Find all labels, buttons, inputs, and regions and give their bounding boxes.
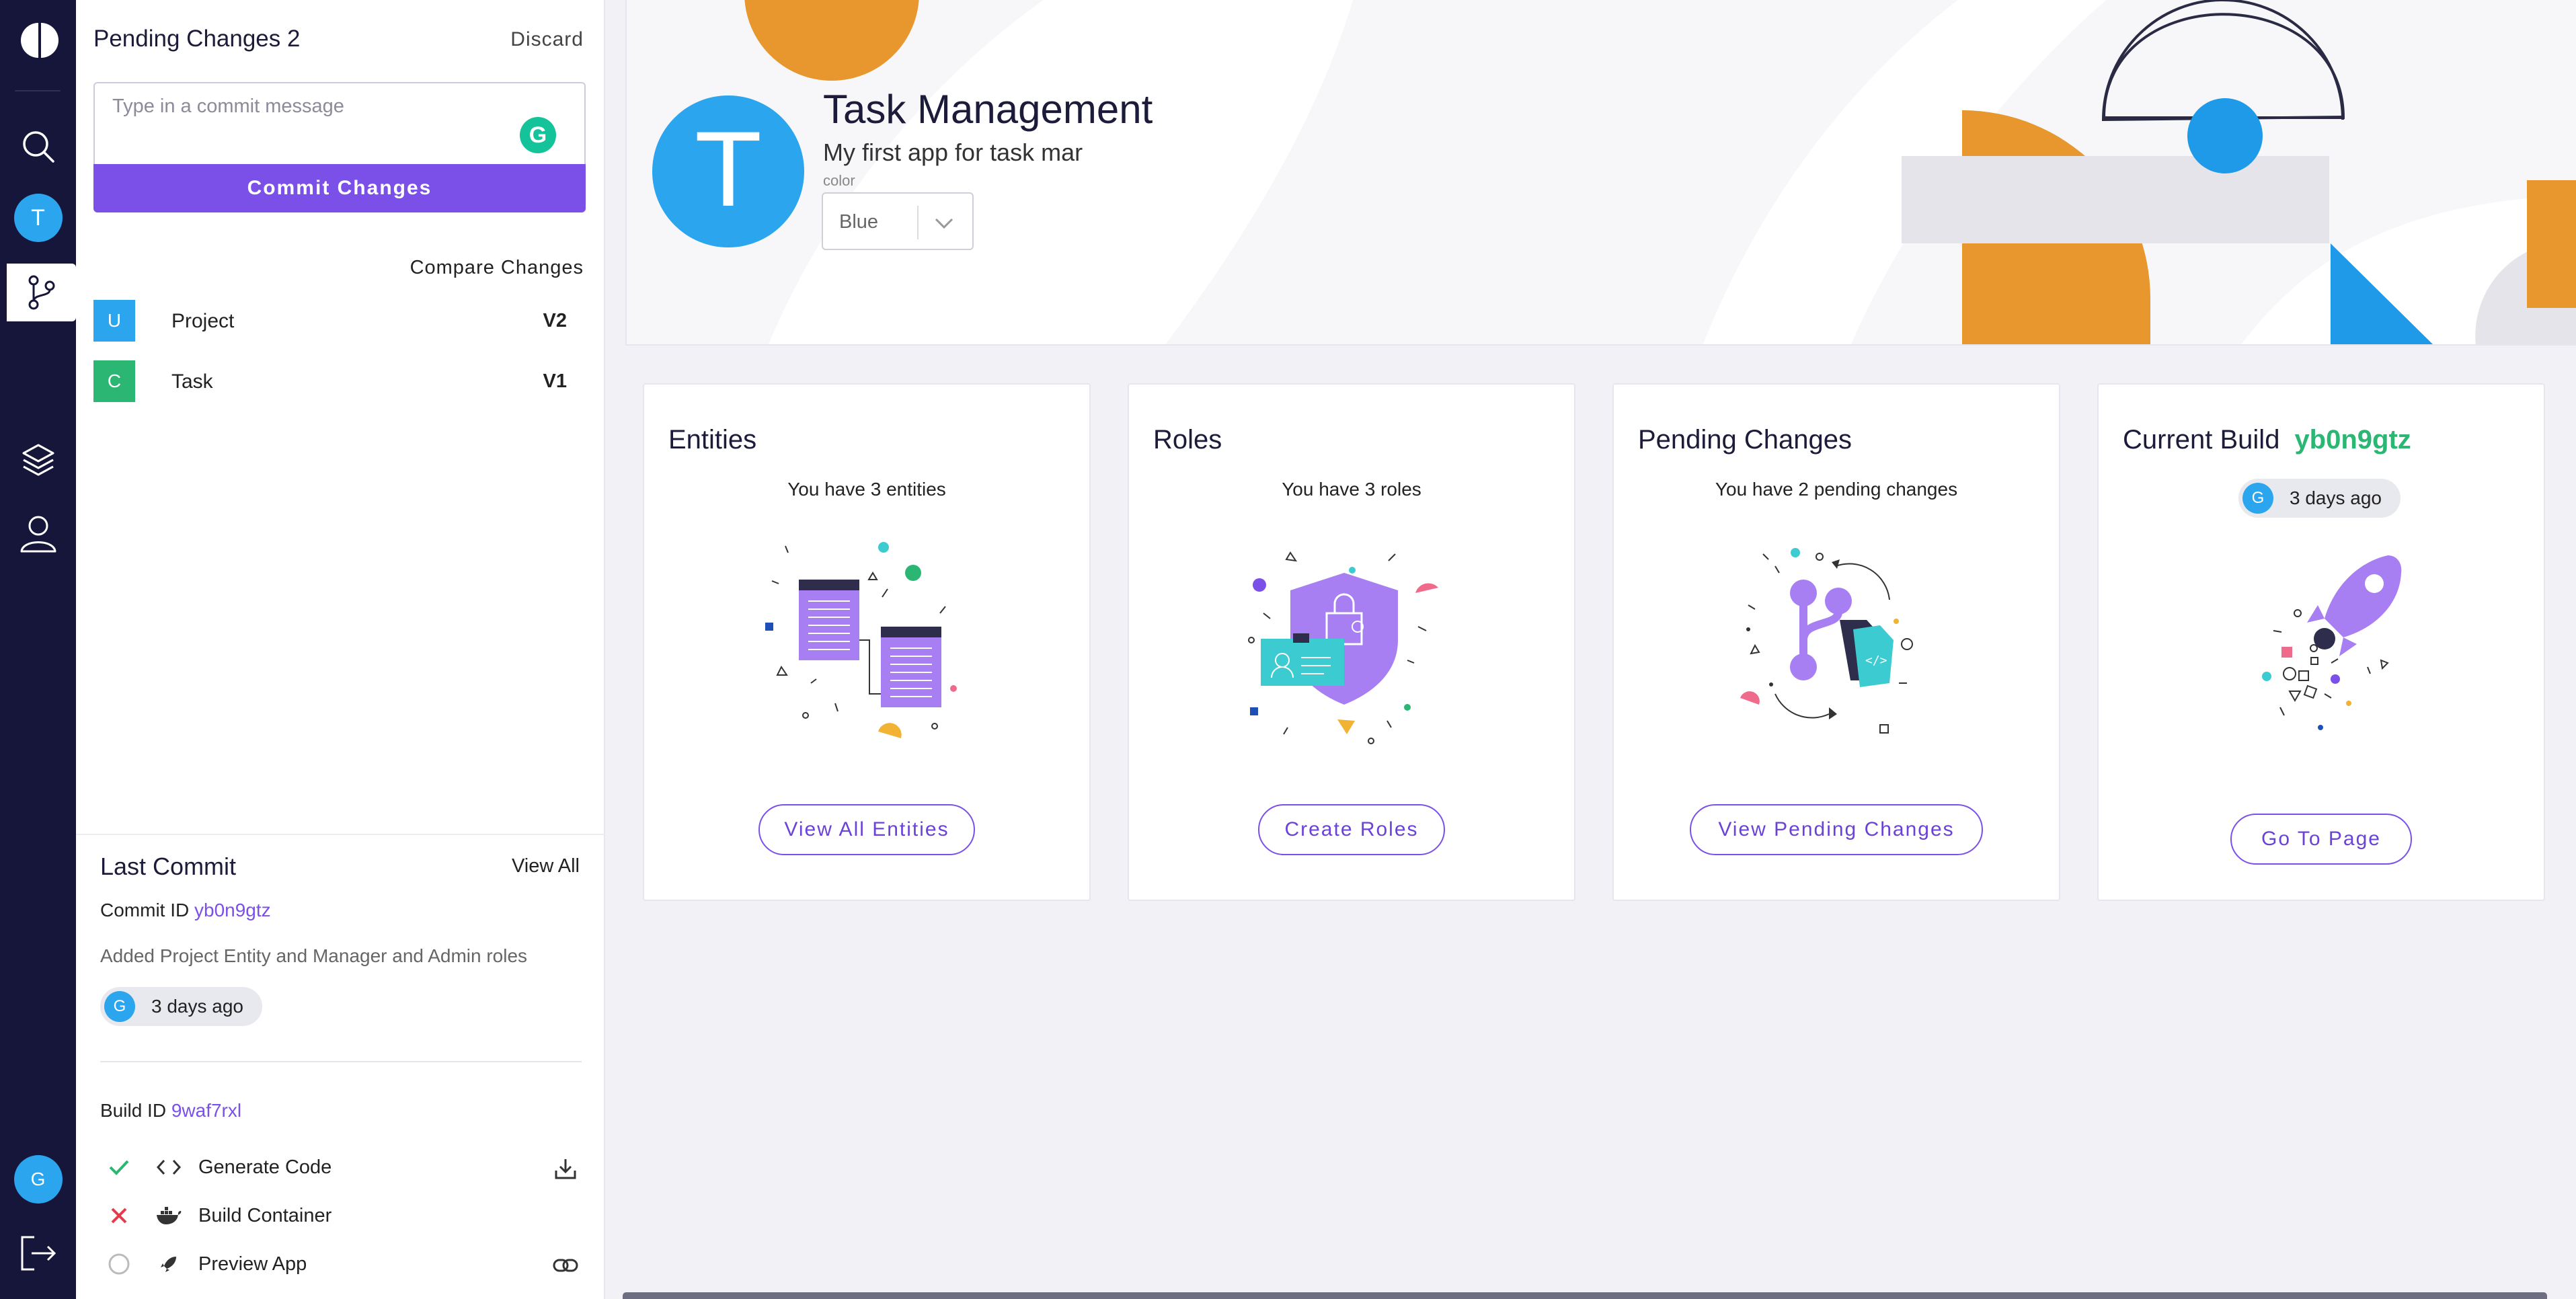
build-id: Build ID 9waf7rxl xyxy=(100,1100,242,1121)
horizontal-scrollbar[interactable] xyxy=(623,1292,2547,1299)
link-icon[interactable] xyxy=(552,1252,579,1279)
commit-message-input[interactable]: Type in a commit message G xyxy=(93,82,586,165)
build-step-label: Build Container xyxy=(198,1205,332,1226)
app-logo-icon[interactable] xyxy=(0,16,76,65)
view-pending-changes-button[interactable]: View Pending Changes xyxy=(1690,804,1983,855)
build-step: Generate Code xyxy=(100,1151,582,1185)
roles-card: Roles You have 3 roles Create Roles xyxy=(1128,383,1575,901)
chevron-down-icon xyxy=(931,211,958,235)
change-version: V2 xyxy=(543,310,567,331)
view-all-entities-button[interactable]: View All Entities xyxy=(758,804,975,855)
avatar: G xyxy=(104,991,135,1022)
left-rail: T G xyxy=(0,0,76,1299)
build-step: Build Container xyxy=(100,1199,582,1233)
change-type-badge: C xyxy=(93,360,135,402)
build-step: Preview App xyxy=(100,1248,582,1282)
app-avatar[interactable]: T xyxy=(652,95,804,247)
discard-button[interactable]: Discard xyxy=(510,28,584,51)
entities-illustration xyxy=(765,542,957,738)
app-title: Task Management xyxy=(823,87,1153,132)
last-commit-title: Last Commit xyxy=(100,853,237,880)
current-build-card: Current Build yb0n9gtz G 3 days ago Go To… xyxy=(2097,383,2545,901)
pending-circle-icon xyxy=(107,1252,131,1276)
account-avatar[interactable]: G xyxy=(0,1155,76,1204)
commit-time: 3 days ago xyxy=(151,996,243,1017)
change-type-badge: U xyxy=(93,300,135,342)
avatar: G xyxy=(13,1155,63,1204)
card-subtitle: You have 2 pending changes xyxy=(1715,479,1958,500)
create-roles-button[interactable]: Create Roles xyxy=(1258,804,1445,855)
commit-id-value[interactable]: yb0n9gtz xyxy=(194,900,271,920)
pending-changes-card: Pending Changes You have 2 pending chang… xyxy=(1612,383,2060,901)
change-version: V1 xyxy=(543,370,567,392)
commit-time-badge: G 3 days ago xyxy=(100,987,262,1026)
change-item[interactable]: C Task V1 xyxy=(93,360,586,402)
search-icon[interactable] xyxy=(0,125,76,168)
avatar: T xyxy=(13,194,63,242)
card-title: Pending Changes xyxy=(1638,425,1852,455)
avatar: G xyxy=(2242,483,2273,514)
color-select[interactable]: Blue xyxy=(822,192,974,250)
user-icon[interactable] xyxy=(0,511,76,557)
go-to-page-button[interactable]: Go To Page xyxy=(2230,814,2412,865)
color-select-value: Blue xyxy=(839,211,879,233)
header-decoration xyxy=(744,0,2576,344)
pending-changes-illustration: </> xyxy=(1740,548,1913,734)
user-avatar[interactable]: T xyxy=(0,194,76,242)
card-title: Entities xyxy=(668,425,757,455)
logout-icon[interactable] xyxy=(0,1232,76,1275)
build-step-label: Preview App xyxy=(198,1253,307,1275)
git-branch-icon xyxy=(28,275,54,310)
svg-text:</>: </> xyxy=(1865,654,1887,668)
change-name: Project xyxy=(171,310,235,332)
compare-changes-link[interactable]: Compare Changes xyxy=(410,257,584,279)
pending-changes-panel: Pending Changes 2 Discard Type in a comm… xyxy=(76,0,605,1299)
card-title: Current Build yb0n9gtz xyxy=(2123,425,2411,455)
rocket-icon xyxy=(155,1252,182,1276)
docker-icon xyxy=(155,1204,182,1228)
build-step-label: Generate Code xyxy=(198,1156,332,1178)
change-item[interactable]: U Project V2 xyxy=(93,300,586,342)
grammarly-icon[interactable]: G xyxy=(520,117,556,153)
commit-changes-button[interactable]: Commit Changes xyxy=(93,164,586,212)
download-icon[interactable] xyxy=(552,1155,579,1182)
commit-id: Commit ID yb0n9gtz xyxy=(100,900,271,920)
pending-changes-title: Pending Changes 2 xyxy=(93,26,301,52)
pending-changes-nav[interactable] xyxy=(7,264,76,321)
view-all-commits-link[interactable]: View All xyxy=(512,855,580,877)
roles-illustration xyxy=(1248,551,1438,744)
rocket-illustration xyxy=(2262,555,2402,730)
app-description[interactable]: My first app for task mar xyxy=(823,139,1083,167)
check-icon xyxy=(107,1155,131,1179)
change-name: Task xyxy=(171,370,213,393)
commit-message-placeholder: Type in a commit message xyxy=(112,95,344,117)
code-icon xyxy=(155,1155,182,1179)
card-subtitle: You have 3 roles xyxy=(1282,479,1421,500)
card-title: Roles xyxy=(1153,425,1222,455)
entities-card: Entities You have 3 entities View All En… xyxy=(643,383,1091,901)
build-time: 3 days ago xyxy=(2290,487,2382,508)
cross-icon xyxy=(107,1204,131,1228)
color-label: color xyxy=(823,172,855,189)
layers-icon[interactable] xyxy=(0,438,76,481)
card-subtitle: You have 3 entities xyxy=(787,479,946,500)
current-build-id[interactable]: yb0n9gtz xyxy=(2294,425,2411,455)
commit-message: Added Project Entity and Manager and Adm… xyxy=(100,945,528,966)
app-header: T Task Management My first app for task … xyxy=(625,0,2576,346)
build-time-badge: G 3 days ago xyxy=(2238,479,2401,518)
build-id-value[interactable]: 9waf7rxl xyxy=(171,1100,241,1121)
